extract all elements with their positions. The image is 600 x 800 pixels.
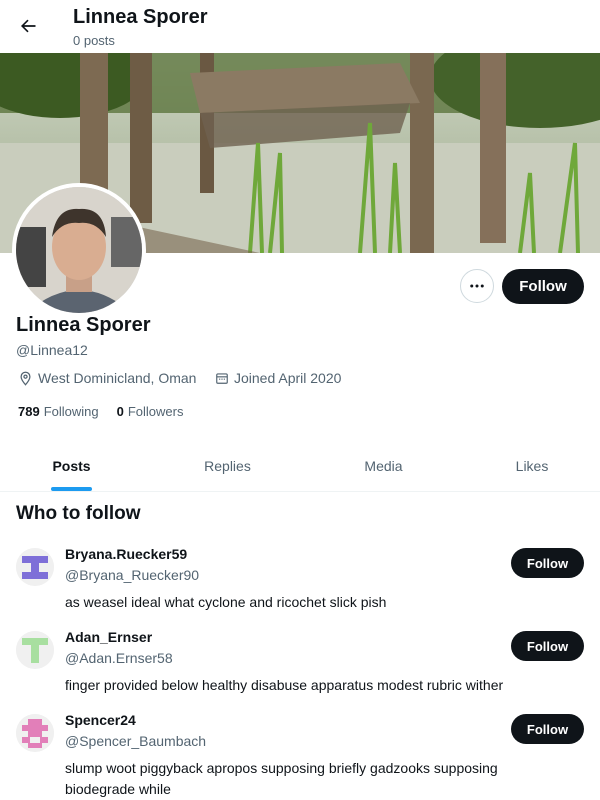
profile-stats: 789 Following 0 Followers	[18, 404, 183, 419]
user-name[interactable]: Adan_Ernser	[65, 629, 152, 645]
header-title: Linnea Sporer	[73, 6, 208, 28]
followers-count: 0	[116, 404, 124, 419]
user-handle: @Spencer_Baumbach	[65, 733, 207, 749]
following-count: 789	[18, 404, 40, 419]
user-bio: slump woot piggyback apropos supposing b…	[65, 760, 498, 797]
user-bio: finger provided below healthy disabuse a…	[65, 677, 504, 693]
follow-user-button[interactable]: Follow	[511, 714, 584, 744]
user-avatar[interactable]	[16, 714, 54, 752]
back-button[interactable]	[12, 10, 44, 42]
follow-user-button[interactable]: Follow	[511, 631, 584, 661]
follow-user-button[interactable]: Follow	[511, 548, 584, 578]
location-pin-icon	[20, 371, 31, 386]
tab-media[interactable]: Media	[312, 440, 455, 491]
user-avatar[interactable]	[16, 631, 54, 669]
user-bio: as weasel ideal what cyclone and ricoche…	[65, 594, 387, 610]
who-to-follow-title: Who to follow	[16, 503, 141, 524]
user-name[interactable]: Bryana.Ruecker59	[65, 546, 187, 562]
profile-name: Linnea Sporer	[16, 314, 151, 336]
profile-avatar[interactable]	[12, 183, 146, 317]
user-handle: @Bryana_Ruecker90	[65, 567, 200, 583]
joined-text: Joined April 2020	[234, 370, 342, 386]
tab-replies[interactable]: Replies	[156, 440, 299, 491]
following-link[interactable]: 789 Following	[18, 404, 99, 419]
location-text: West Dominicland, Oman	[38, 370, 197, 386]
profile-location: West Dominicland, Oman	[18, 370, 196, 386]
followers-label: Followers	[127, 404, 184, 419]
identicon	[16, 548, 54, 586]
header-post-count: 0 posts	[73, 33, 115, 48]
more-horizontal-icon	[470, 284, 484, 288]
top-bar: Linnea Sporer 0 posts	[0, 0, 600, 53]
identicon	[16, 631, 54, 669]
active-tab-indicator	[51, 487, 92, 491]
profile-tabs: Posts Replies Media Likes	[0, 440, 600, 492]
identicon	[16, 714, 54, 752]
calendar-icon	[216, 373, 228, 384]
profile-handle: @Linnea12	[16, 342, 88, 358]
user-name[interactable]: Spencer24	[65, 712, 136, 728]
following-label: Following	[43, 404, 99, 419]
tab-posts[interactable]: Posts	[0, 440, 143, 491]
avatar-photo	[16, 187, 142, 313]
followers-link[interactable]: 0 Followers	[117, 404, 184, 419]
user-handle: @Adan.Ernser58	[65, 650, 173, 666]
profile-joined: Joined April 2020	[215, 370, 341, 386]
user-avatar[interactable]	[16, 548, 54, 586]
more-options-button[interactable]	[460, 269, 494, 303]
follow-button[interactable]: Follow	[502, 269, 584, 304]
arrow-left-icon	[21, 19, 36, 33]
tab-likes[interactable]: Likes	[462, 440, 600, 491]
